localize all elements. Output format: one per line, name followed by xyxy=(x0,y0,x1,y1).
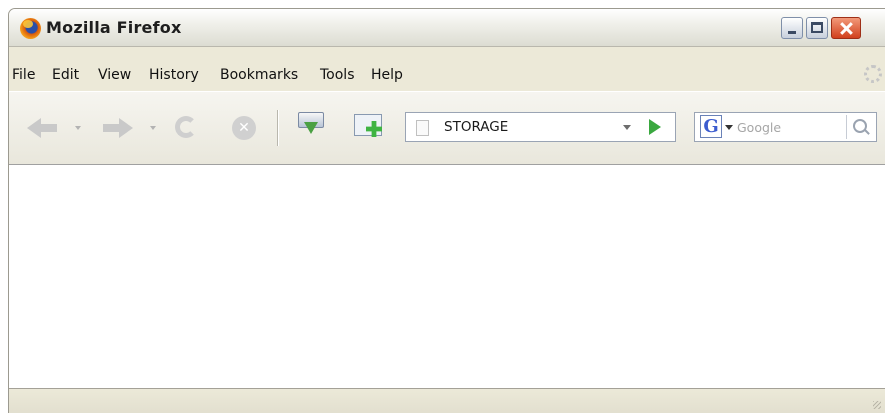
search-box[interactable]: G xyxy=(694,112,877,142)
google-engine-icon[interactable]: G xyxy=(700,115,722,138)
window-title: Mozilla Firefox xyxy=(46,18,182,37)
navigation-toolbar: ✕ STORAGE G xyxy=(9,91,885,165)
forward-history-dropdown-icon[interactable] xyxy=(150,126,156,130)
search-engine-dropdown-icon[interactable] xyxy=(725,125,733,130)
menu-file[interactable]: File xyxy=(12,67,35,83)
page-content[interactable] xyxy=(9,164,885,389)
close-button[interactable] xyxy=(831,17,861,39)
stop-icon[interactable]: ✕ xyxy=(232,116,256,140)
url-bar[interactable]: STORAGE xyxy=(405,112,676,142)
add-bookmark-icon[interactable] xyxy=(354,112,384,138)
menu-history[interactable]: History xyxy=(149,67,199,83)
menu-tools[interactable]: Tools xyxy=(320,67,355,83)
resize-grip-icon[interactable] xyxy=(873,401,881,409)
throbber-icon xyxy=(864,65,882,83)
back-history-dropdown-icon[interactable] xyxy=(75,126,81,130)
url-history-dropdown-icon[interactable] xyxy=(623,125,631,130)
browser-window: Mozilla Firefox File Edit View History B… xyxy=(8,8,885,413)
toolbar-separator xyxy=(277,110,279,146)
back-arrow-icon[interactable] xyxy=(27,118,57,138)
download-icon[interactable] xyxy=(298,112,324,136)
go-arrow-icon[interactable] xyxy=(649,119,661,135)
menu-edit[interactable]: Edit xyxy=(52,67,79,83)
reload-icon[interactable] xyxy=(175,116,197,138)
menu-help[interactable]: Help xyxy=(371,67,403,83)
forward-arrow-icon[interactable] xyxy=(103,118,133,138)
menu-bar: File Edit View History Bookmarks Tools H… xyxy=(9,61,885,91)
url-text[interactable]: STORAGE xyxy=(444,119,508,135)
menu-view[interactable]: View xyxy=(98,67,131,83)
title-bar: Mozilla Firefox xyxy=(9,9,885,47)
magnifier-icon xyxy=(853,119,867,133)
page-icon xyxy=(416,120,429,136)
menu-bookmarks[interactable]: Bookmarks xyxy=(220,67,298,83)
search-button[interactable] xyxy=(846,115,873,139)
search-input[interactable] xyxy=(737,118,833,136)
firefox-logo-icon xyxy=(20,18,41,39)
minimize-button[interactable] xyxy=(781,17,803,39)
maximize-button[interactable] xyxy=(806,17,828,39)
status-bar xyxy=(9,388,885,413)
